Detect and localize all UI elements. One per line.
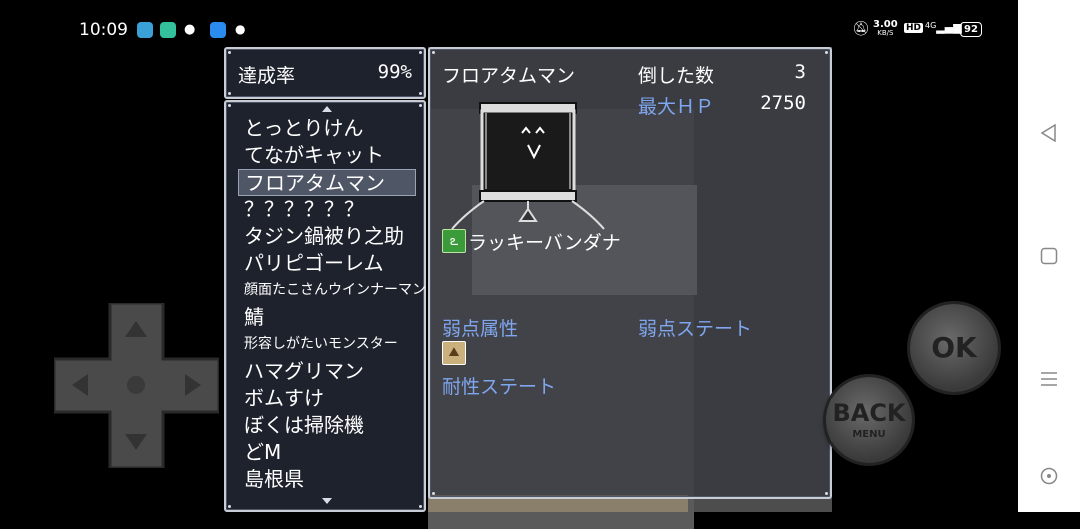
browser-notification-icon [210, 22, 226, 38]
resist-state-label: 耐性ステート [442, 376, 557, 398]
completion-rate-label: 達成率 [238, 65, 296, 87]
monster-list-window: とっとりけん てながキャット フロアタムマン ？？？？？？ タジン鍋被り之助 パ… [224, 100, 426, 512]
assistant-circle-icon[interactable] [1040, 467, 1058, 485]
monster-name: フロアタムマン [442, 65, 576, 87]
hd-badge: HD [904, 23, 924, 33]
list-item[interactable]: てながキャット [238, 142, 416, 169]
defeated-count-value: 3 [794, 61, 806, 83]
scroll-down-arrow-icon[interactable] [322, 498, 332, 504]
scroll-up-arrow-icon[interactable] [322, 106, 332, 112]
more-notifications-dot: ● [235, 22, 246, 36]
ok-button[interactable]: OK [910, 304, 998, 392]
drop-item-name: ラッキーバンダナ [468, 232, 621, 254]
clock: 10:09 [79, 20, 128, 40]
app-notification-icon [137, 22, 153, 38]
list-item[interactable]: ぼくは掃除機 [238, 412, 416, 439]
monster-sprite [451, 102, 605, 230]
signal-icon: 4G▂▄▆ [925, 21, 962, 34]
list-item[interactable]: どM [238, 439, 416, 466]
monster-detail-window: フロアタムマン 倒した数 3 最大ＨＰ 2750 ఽ ラッキーバンダナ 弱点属性… [428, 47, 832, 499]
wechat-icon: ● [184, 22, 196, 37]
max-hp-value: 2750 [760, 92, 806, 114]
list-item[interactable]: 顔面たこさんウインナーマン [238, 277, 426, 304]
net-speed: 3.00 KB/S [873, 19, 898, 38]
message-notification-icon [160, 22, 176, 38]
dpad[interactable] [54, 303, 219, 468]
list-item[interactable]: とっとりけん [238, 115, 416, 142]
list-item[interactable]: 鯖 [238, 304, 416, 331]
element-icon: ⛰ [442, 341, 466, 365]
home-square-icon[interactable] [1040, 247, 1058, 265]
mute-icon: 🔕︎ [852, 21, 870, 37]
monster-list: とっとりけん てながキャット フロアタムマン ？？？？？？ タジン鍋被り之助 パ… [238, 115, 426, 493]
list-item[interactable]: ボムすけ [238, 385, 416, 412]
list-item[interactable]: パリピゴーレム [238, 250, 416, 277]
list-item[interactable]: ハマグリマン [238, 358, 416, 385]
list-item[interactable]: 島根県 [238, 466, 416, 493]
recents-menu-icon[interactable] [1040, 370, 1058, 388]
completion-rate-window: 達成率 99% [224, 47, 426, 99]
list-item[interactable]: タジン鍋被り之助 [238, 223, 416, 250]
bandana-icon: ఽ [442, 229, 466, 253]
list-item-selected[interactable]: フロアタムマン [238, 169, 416, 196]
system-navigation-bar [1018, 0, 1080, 512]
list-item[interactable]: 形容しがたいモンスター [238, 331, 416, 358]
max-hp-label: 最大ＨＰ [638, 96, 715, 118]
defeated-count-label: 倒した数 [638, 65, 715, 87]
weak-element-label: 弱点属性 [442, 318, 519, 340]
completion-rate-value: 99% [377, 61, 412, 83]
weak-state-label: 弱点ステート [638, 318, 753, 340]
back-menu-button[interactable]: BACK MENU [826, 377, 912, 463]
battery-icon: 92 [960, 22, 982, 37]
back-triangle-icon[interactable] [1040, 124, 1058, 142]
list-item[interactable]: ？？？？？？ [238, 196, 416, 223]
